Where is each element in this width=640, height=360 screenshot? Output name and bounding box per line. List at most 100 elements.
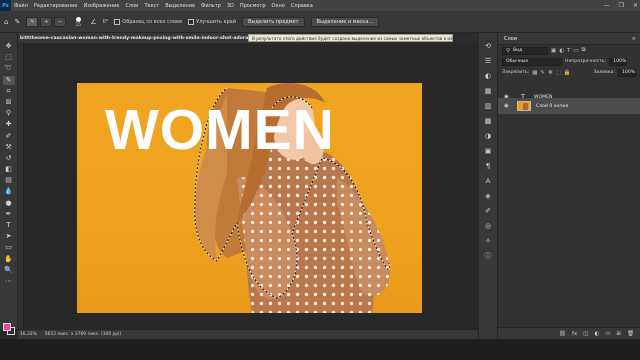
- quick-selection-tool-icon[interactable]: ✎: [2, 75, 15, 85]
- dodge-tool-icon[interactable]: ●: [3, 199, 15, 208]
- layer-style-icon[interactable]: fx: [572, 331, 577, 337]
- eyedropper-tool-icon[interactable]: ⚲: [3, 109, 15, 118]
- type-tool-icon[interactable]: T: [3, 221, 15, 230]
- character-icon[interactable]: A: [483, 176, 494, 185]
- crop-tool-icon[interactable]: ⌗: [3, 87, 15, 96]
- zoom-level[interactable]: 16,33%: [20, 332, 37, 337]
- clone-stamp-icon[interactable]: ⚒: [3, 143, 15, 152]
- blur-tool-icon[interactable]: 💧: [3, 187, 15, 196]
- brush-tool-icon[interactable]: ✐: [3, 132, 15, 141]
- adjustments-icon[interactable]: ◑: [483, 131, 494, 140]
- lock-position-icon[interactable]: ✥: [548, 70, 553, 76]
- lock-artboard-icon[interactable]: ⬚: [556, 70, 561, 76]
- filter-type-icon[interactable]: T: [567, 48, 570, 54]
- new-selection-icon[interactable]: ✎: [26, 16, 39, 27]
- layer-name[interactable]: Слой 0 копия: [536, 104, 568, 109]
- swatches-icon[interactable]: ▦: [483, 86, 494, 95]
- adjustment-layer-icon[interactable]: ◐: [594, 331, 599, 337]
- hand-tool-icon[interactable]: ✋: [3, 255, 15, 264]
- frame-tool-icon[interactable]: ⊠: [3, 98, 15, 107]
- filter-smart-icon[interactable]: ⧉: [582, 47, 586, 54]
- brushes-icon[interactable]: ✐: [483, 206, 494, 215]
- select-subject-button[interactable]: Выделить предмет: [241, 16, 305, 27]
- sample-all-layers-checkbox[interactable]: Образец со всех слоев: [114, 18, 182, 25]
- channels-icon[interactable]: ◎: [483, 221, 494, 230]
- layer-filter-value: Вид: [513, 48, 523, 53]
- color-swatches[interactable]: [3, 323, 15, 335]
- menu-file[interactable]: Файл: [11, 3, 31, 9]
- healing-brush-icon[interactable]: ✚: [3, 120, 15, 129]
- close-icon[interactable]: ✕: [633, 2, 638, 9]
- info-icon[interactable]: ⓘ: [483, 251, 494, 260]
- new-group-icon[interactable]: ▭: [605, 331, 610, 337]
- shape-tool-icon[interactable]: ▭: [3, 243, 15, 252]
- link-layers-icon[interactable]: ⛓: [559, 331, 566, 337]
- add-to-selection-icon[interactable]: +: [40, 16, 53, 27]
- maximize-icon[interactable]: ❐: [619, 2, 624, 9]
- enhance-edge-checkbox[interactable]: Улучшить край: [188, 18, 236, 25]
- opacity-input[interactable]: 100%: [609, 57, 628, 66]
- pen-tool-icon[interactable]: ✒: [3, 210, 15, 219]
- color-icon[interactable]: ◐: [483, 71, 494, 80]
- paths-icon[interactable]: ✧: [483, 236, 494, 245]
- path-selection-icon[interactable]: ➤: [3, 232, 15, 241]
- checkbox-box[interactable]: [114, 18, 121, 25]
- delete-layer-icon[interactable]: 🗑: [627, 331, 634, 337]
- menu-3d[interactable]: 3D: [224, 3, 237, 9]
- layers-panel-title[interactable]: Слои: [504, 36, 517, 42]
- layer-row[interactable]: ◉ Слой 0 копия: [498, 98, 640, 114]
- move-tool-icon[interactable]: ✥: [3, 42, 15, 51]
- panel-menu-icon[interactable]: ≡: [632, 36, 636, 42]
- menu-view[interactable]: Просмотр: [237, 3, 269, 9]
- checkbox-box[interactable]: [188, 18, 195, 25]
- foreground-color-swatch[interactable]: [3, 323, 11, 331]
- menu-help[interactable]: Справка: [288, 3, 316, 9]
- layers-panel-header: Слои ≡: [498, 33, 640, 45]
- menu-select[interactable]: Выделение: [162, 3, 198, 9]
- fill-input[interactable]: 100%: [618, 68, 636, 77]
- history-brush-icon[interactable]: ↺: [3, 154, 15, 163]
- lock-pixels-icon[interactable]: ▦: [532, 70, 537, 76]
- menu-image[interactable]: Изображение: [80, 3, 122, 9]
- zoom-tool-icon[interactable]: 🔍: [3, 266, 15, 275]
- glyphs-icon[interactable]: ◈: [483, 191, 494, 200]
- libraries-icon[interactable]: ▣: [483, 146, 494, 155]
- minimize-icon[interactable]: —: [604, 2, 610, 9]
- patterns-icon[interactable]: ▩: [483, 116, 494, 125]
- select-and-mask-button[interactable]: Выделение и маска...: [310, 16, 380, 27]
- menu-layers[interactable]: Слои: [122, 3, 141, 9]
- menu-window[interactable]: Окно: [269, 3, 288, 9]
- layer-filter-select[interactable]: ⚲ Вид: [502, 46, 548, 55]
- angle-icon: ∠: [90, 17, 97, 26]
- brush-angle[interactable]: 0°: [103, 19, 109, 25]
- new-layer-icon[interactable]: ⊞: [616, 331, 621, 337]
- eraser-tool-icon[interactable]: ◧: [3, 165, 15, 174]
- document-image[interactable]: WOMEN: [77, 83, 422, 313]
- more-tools-icon[interactable]: ⋯: [3, 277, 15, 286]
- properties-icon[interactable]: ☰: [483, 56, 494, 65]
- menu-edit[interactable]: Редактирование: [31, 3, 81, 9]
- marquee-tool-icon[interactable]: ⬚: [3, 53, 15, 62]
- home-icon[interactable]: ⌂: [4, 18, 8, 26]
- paragraph-icon[interactable]: ¶: [483, 161, 494, 170]
- menu-type[interactable]: Текст: [141, 3, 162, 9]
- add-mask-icon[interactable]: ◫: [583, 331, 588, 337]
- lock-paint-icon[interactable]: ✎: [540, 70, 545, 76]
- filter-adjust-icon[interactable]: ◐: [559, 48, 564, 54]
- layer-filter-row: ⚲ Вид ▣ ◐ T ▭ ⧉: [498, 45, 640, 56]
- lasso-tool-icon[interactable]: ➰: [3, 64, 15, 73]
- panel-dock: ⟲ ☰ ◐ ▦ ▥ ▩ ◑ ▣ ¶ A ◈ ✐ ◎ ✧ ⓘ: [478, 33, 498, 339]
- gradient-tool-icon[interactable]: ▤: [3, 176, 15, 185]
- filter-pixel-icon[interactable]: ▣: [551, 48, 556, 54]
- blend-mode-select[interactable]: Обычные: [502, 57, 562, 66]
- brush-picker[interactable]: 15: [72, 16, 84, 28]
- menu-filter[interactable]: Фильтр: [198, 3, 224, 9]
- lock-all-icon[interactable]: 🔒: [564, 70, 571, 76]
- document-tab[interactable]: bitttheome-caucasian-woman-with-trendy-m…: [18, 33, 263, 43]
- filter-shape-icon[interactable]: ▭: [573, 48, 578, 54]
- gradients-icon[interactable]: ▥: [483, 101, 494, 110]
- subtract-from-selection-icon[interactable]: −: [54, 16, 67, 27]
- visibility-eye-icon[interactable]: ◉: [504, 103, 512, 109]
- history-icon[interactable]: ⟲: [483, 41, 494, 50]
- quick-selection-tool-icon[interactable]: ✎: [14, 18, 20, 26]
